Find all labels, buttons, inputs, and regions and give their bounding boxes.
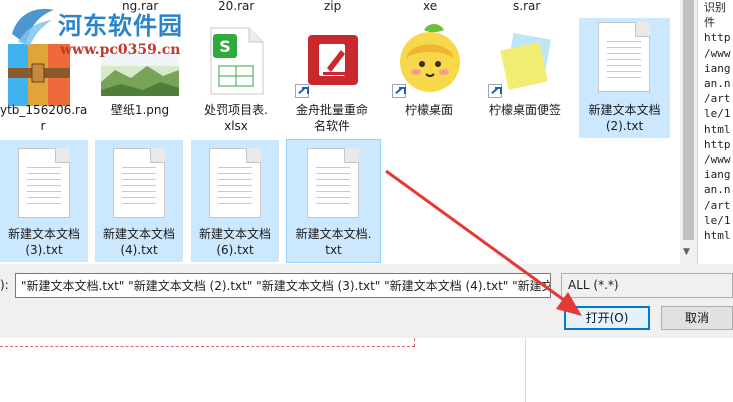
pane-text-line: html [704, 229, 731, 243]
file-name-line: 柠檬桌面 [404, 103, 453, 117]
pane-text-line: le/1 [704, 213, 731, 227]
watermark-url: www.pc0359.cn [60, 42, 181, 58]
pane-text-line: 识别 [704, 1, 726, 14]
text-file-icon [18, 148, 70, 218]
open-button[interactable]: 打开(O) [564, 306, 650, 330]
background-text-pane: 识别 件 http /www iang an.n /art le/1 html … [697, 0, 733, 264]
file-item-txt[interactable]: 新建文本文档. txt [286, 139, 381, 263]
file-name-line: 金舟批量重命 [295, 103, 368, 117]
pane-text-line: /www [704, 46, 731, 60]
file-name-line: 新建文本文档 [102, 227, 175, 241]
shortcut-arrow-icon [392, 84, 406, 98]
svg-text:S: S [219, 37, 231, 56]
file-name-line: 处罚项目表. [204, 103, 268, 117]
file-list-view[interactable]: ng.rar 20.rar zip xe s.rar ytb_156206.ra… [0, 0, 680, 264]
file-name-line: 新建文本文档 [7, 227, 80, 241]
filename-label: ): [0, 278, 9, 292]
scroll-down-arrow-icon[interactable]: ▼ [683, 247, 690, 257]
file-name-line: r [40, 119, 46, 133]
file-name-line: (6).txt [216, 243, 254, 257]
watermark-title: 河东软件园 [58, 11, 183, 40]
divider [525, 338, 526, 402]
file-item-xlsx[interactable]: S 处罚项目表. xlsx [193, 18, 279, 138]
pane-text-line: 件 [704, 16, 715, 30]
vertical-scrollbar[interactable]: ▼ [680, 0, 697, 264]
file-item-txt-2[interactable]: 新建文本文档 (2).txt [579, 18, 670, 138]
file-name-line: 柠檬桌面便签 [488, 103, 561, 117]
file-item-txt-3[interactable]: 新建文本文档 (3).txt [0, 140, 88, 262]
pane-text-line: iang [704, 168, 731, 182]
dashed-outline [0, 338, 415, 347]
partial-filename-label[interactable]: xe [423, 0, 437, 13]
pane-text-line: le/1 [704, 107, 731, 121]
filename-input[interactable]: "新建文本文档.txt" "新建文本文档 (2).txt" "新建文本文档 (3… [15, 273, 551, 298]
rename-app-icon [308, 35, 358, 85]
file-name-line: 新建文本文档. [295, 227, 372, 241]
file-name-line: 新建文本文档 [198, 227, 271, 241]
partial-filename-label[interactable]: 20.rar [218, 0, 254, 13]
background-window-area [0, 338, 733, 402]
site-watermark: 河东软件园 www.pc0359.cn [0, 0, 200, 60]
shortcut-arrow-icon [295, 84, 309, 98]
file-name-line: 新建文本文档 [588, 103, 661, 117]
file-name-line: (4).txt [120, 243, 158, 257]
partial-filename-label[interactable]: zip [324, 0, 341, 13]
file-name-line: txt [325, 243, 342, 257]
file-item-lemon-desktop[interactable]: 柠檬桌面 [386, 18, 472, 138]
file-type-filter-select[interactable]: ALL (*.*) [561, 273, 733, 298]
file-name-line: 名软件 [313, 119, 350, 133]
file-name-line: (2).txt [605, 119, 644, 133]
pane-text-line: /art [704, 92, 731, 106]
partial-filename-label[interactable]: s.rar [513, 0, 540, 13]
spreadsheet-icon: S [210, 27, 264, 95]
sticky-note-icon [500, 32, 552, 90]
pane-text-line: iang [704, 61, 731, 75]
file-name-line: ytb_156206.ra [0, 103, 88, 117]
text-file-icon [113, 148, 165, 218]
watermark-logo-icon [12, 8, 54, 46]
cancel-button[interactable]: 取消 [661, 306, 733, 330]
text-file-icon [598, 22, 650, 92]
pane-text-line: http [704, 137, 731, 151]
scrollbar-thumb[interactable] [683, 0, 694, 240]
pane-text-line: http [704, 31, 731, 45]
file-item-txt-4[interactable]: 新建文本文档 (4).txt [95, 140, 183, 262]
text-file-icon [307, 148, 359, 218]
shortcut-arrow-icon [488, 84, 502, 98]
file-name-line: xlsx [224, 119, 248, 133]
pane-text-line: an.n [704, 77, 731, 91]
text-file-icon [209, 148, 261, 218]
dialog-footer: ): "新建文本文档.txt" "新建文本文档 (2).txt" "新建文本文档… [0, 264, 733, 402]
pane-text-line: html [704, 122, 731, 136]
file-item-txt-6[interactable]: 新建文本文档 (6).txt [191, 140, 279, 262]
pane-text-line: /www [704, 153, 731, 167]
file-name-line: (3).txt [25, 243, 63, 257]
file-item-lemon-sticky[interactable]: 柠檬桌面便签 [482, 18, 568, 138]
file-item-rename-app[interactable]: 金舟批量重命 名软件 [289, 18, 375, 138]
pane-text-line: an.n [704, 183, 731, 197]
pane-text-line: /art [704, 198, 731, 212]
file-name-line: 壁纸1.png [110, 103, 170, 117]
